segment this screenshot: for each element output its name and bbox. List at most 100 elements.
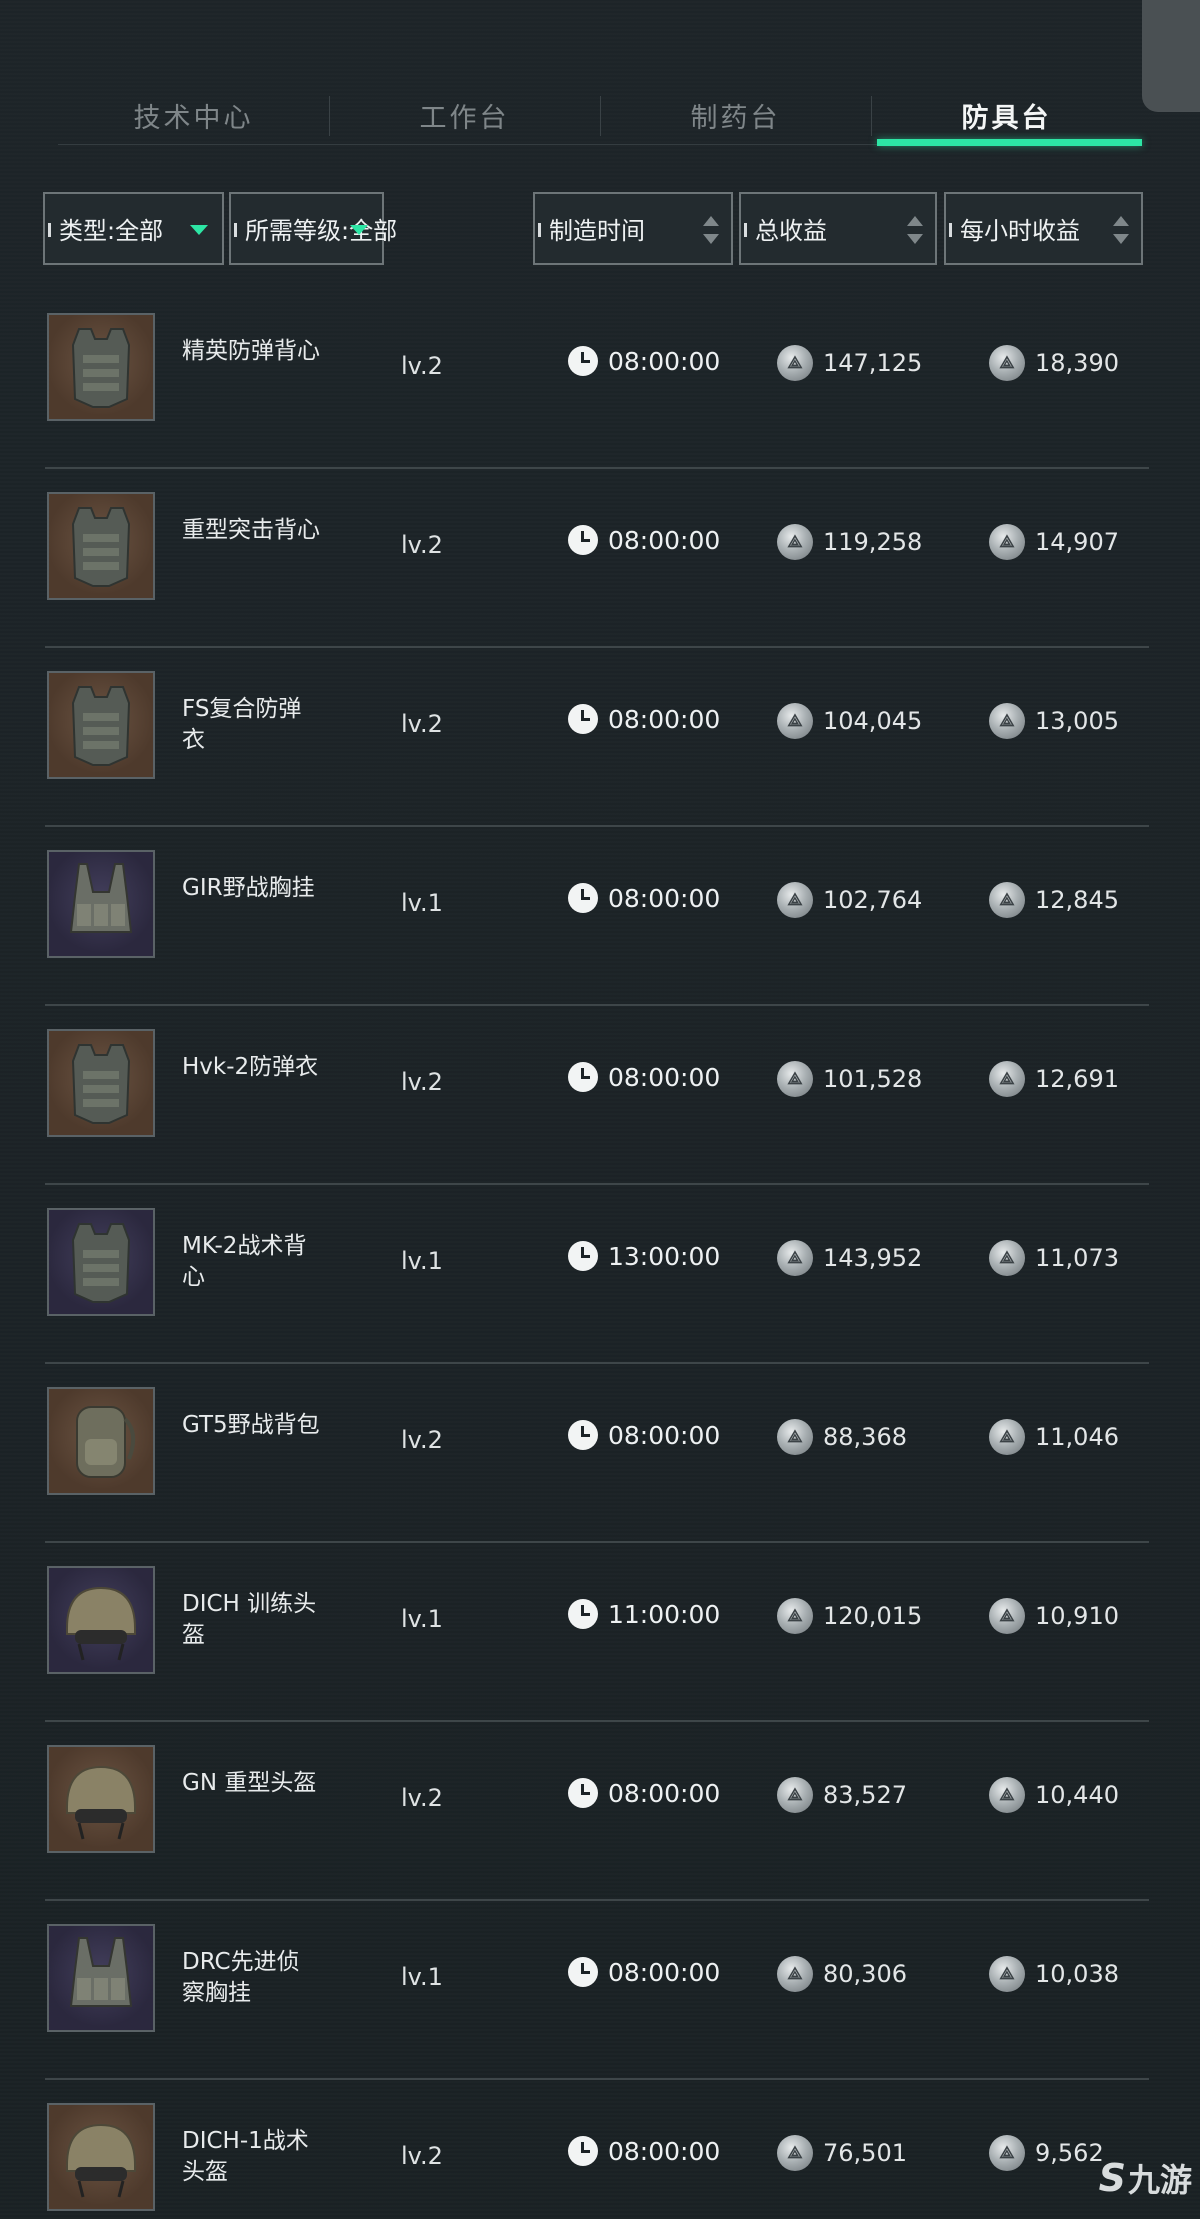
helmet-icon [47, 2103, 155, 2211]
sort-total-button[interactable]: 总收益 [739, 192, 937, 265]
craft-time-value: 08:00:00 [608, 2136, 721, 2166]
list-item[interactable]: 重型突击背心 lv.2 08:00:00 ⟁ 119,258 ⟁ 14,907 [45, 469, 1149, 648]
watermark-text: 九游 [1127, 2161, 1192, 2199]
hourly-income-value: 10,038 [1035, 1960, 1119, 1988]
hourly-income-value: 12,845 [1035, 886, 1119, 914]
hourly-income: ⟁ 18,390 [989, 345, 1119, 381]
list-item[interactable]: DICH 训练头盔 lv.1 11:00:00 ⟁ 120,015 ⟁ 10,910 [45, 1543, 1149, 1722]
type-filter-dropdown[interactable]: 类型:全部 [43, 192, 224, 265]
item-level: lv.2 [401, 710, 443, 738]
coin-icon: ⟁ [989, 1061, 1025, 1097]
hourly-income-value: 14,907 [1035, 528, 1119, 556]
total-income: ⟁ 83,527 [777, 1777, 907, 1813]
scroll-handle[interactable] [1142, 0, 1200, 112]
coin-icon: ⟁ [777, 345, 813, 381]
list-item[interactable]: GN 重型头盔 lv.2 08:00:00 ⟁ 83,527 ⟁ 10,440 [45, 1722, 1149, 1901]
watermark-mark: S [1098, 2156, 1126, 2200]
sort-hourly-label: 每小时收益 [960, 217, 1080, 245]
list-item[interactable]: MK-2战术背心 lv.1 13:00:00 ⟁ 143,952 ⟁ 11,073 [45, 1185, 1149, 1364]
coin-icon: ⟁ [989, 2135, 1025, 2171]
coin-icon: ⟁ [777, 1419, 813, 1455]
coin-icon: ⟁ [777, 1956, 813, 1992]
level-filter-dropdown[interactable]: 所需等级:全部 [229, 192, 397, 265]
total-income-value: 88,368 [823, 1423, 907, 1451]
coin-icon: ⟁ [989, 1777, 1025, 1813]
craft-time-value: 08:00:00 [608, 1062, 721, 1092]
total-income-value: 102,764 [823, 886, 923, 914]
list-item[interactable]: FS复合防弹衣 lv.2 08:00:00 ⟁ 104,045 ⟁ 13,005 [45, 648, 1149, 827]
tab-armor-bench[interactable]: 防具台 [871, 86, 1142, 146]
coin-icon: ⟁ [989, 1598, 1025, 1634]
vest-icon [47, 492, 155, 600]
sort-icon [907, 216, 923, 244]
craft-time-value: 13:00:00 [608, 1241, 721, 1271]
coin-icon: ⟁ [777, 703, 813, 739]
helmet-icon [47, 1745, 155, 1853]
item-name: 重型突击背心 [182, 517, 320, 543]
total-income: ⟁ 76,501 [777, 2135, 907, 2171]
sort-time-button[interactable]: 制造时间 [533, 192, 733, 265]
clock-icon [568, 1062, 598, 1092]
coin-icon: ⟁ [777, 524, 813, 560]
coin-icon: ⟁ [989, 1240, 1025, 1276]
item-level: lv.2 [401, 352, 443, 380]
craft-time: 08:00:00 [568, 1778, 720, 1808]
hourly-income: ⟁ 11,046 [989, 1419, 1119, 1455]
list-item[interactable]: 精英防弹背心 lv.2 08:00:00 ⟁ 147,125 ⟁ 18,390 [45, 290, 1149, 469]
hourly-income-value: 11,046 [1035, 1423, 1119, 1451]
coin-icon: ⟁ [777, 1061, 813, 1097]
item-level: lv.2 [401, 531, 443, 559]
hourly-income: ⟁ 10,910 [989, 1598, 1119, 1634]
craft-time: 13:00:00 [568, 1241, 720, 1271]
craft-time: 08:00:00 [568, 883, 720, 913]
hourly-income-value: 18,390 [1035, 349, 1119, 377]
total-income-value: 147,125 [823, 349, 923, 377]
tab-pharmacy[interactable]: 制药台 [600, 86, 871, 144]
vest-icon [47, 1029, 155, 1137]
clock-icon [568, 525, 598, 555]
item-name: FS复合防弹衣 [182, 696, 302, 753]
craft-time-value: 08:00:00 [608, 704, 721, 734]
sort-hourly-button[interactable]: 每小时收益 [944, 192, 1143, 265]
hourly-income: ⟁ 10,038 [989, 1956, 1119, 1992]
item-name: 精英防弹背心 [182, 338, 320, 364]
total-income-value: 120,015 [823, 1602, 923, 1630]
item-name: DICH-1战术头盔 [182, 2128, 309, 2185]
craft-time: 08:00:00 [568, 1420, 720, 1450]
item-name: GN 重型头盔 [182, 1770, 317, 1796]
clock-icon [568, 1957, 598, 1987]
list-item[interactable]: Hvk-2防弹衣 lv.2 08:00:00 ⟁ 101,528 ⟁ 12,691 [45, 1006, 1149, 1185]
total-income-value: 76,501 [823, 2139, 907, 2167]
list-item[interactable]: DRC先进侦察胸挂 lv.1 08:00:00 ⟁ 80,306 ⟁ 10,038 [45, 1901, 1149, 2080]
list-item[interactable]: GIR野战胸挂 lv.1 08:00:00 ⟁ 102,764 ⟁ 12,845 [45, 827, 1149, 1006]
hourly-income-value: 10,910 [1035, 1602, 1119, 1630]
total-income-value: 80,306 [823, 1960, 907, 1988]
hourly-income-value: 13,005 [1035, 707, 1119, 735]
vest-icon [47, 671, 155, 779]
tab-workbench[interactable]: 工作台 [329, 86, 600, 144]
clock-icon [568, 1420, 598, 1450]
clock-icon [568, 1241, 598, 1271]
hourly-income-value: 10,440 [1035, 1781, 1119, 1809]
vest-icon [47, 1208, 155, 1316]
item-name: Hvk-2防弹衣 [182, 1054, 319, 1080]
total-income: ⟁ 120,015 [777, 1598, 922, 1634]
item-name: MK-2战术背心 [182, 1233, 307, 1290]
hourly-income-value: 9,562 [1035, 2139, 1104, 2167]
item-name: GT5野战背包 [182, 1412, 320, 1438]
item-name: DICH 训练头盔 [182, 1591, 317, 1648]
craft-time-value: 08:00:00 [608, 1957, 721, 1987]
total-income: ⟁ 102,764 [777, 882, 922, 918]
tab-tech-center[interactable]: 技术中心 [58, 86, 329, 144]
coin-icon: ⟁ [777, 882, 813, 918]
coin-icon: ⟁ [777, 1240, 813, 1276]
total-income: ⟁ 104,045 [777, 703, 922, 739]
list-item[interactable]: DICH-1战术头盔 lv.2 08:00:00 ⟁ 76,501 ⟁ 9,562 [45, 2080, 1149, 2219]
craft-time-value: 08:00:00 [608, 346, 721, 376]
coin-icon: ⟁ [777, 1598, 813, 1634]
list-item[interactable]: GT5野战背包 lv.2 08:00:00 ⟁ 88,368 ⟁ 11,046 [45, 1364, 1149, 1543]
hourly-income: ⟁ 10,440 [989, 1777, 1119, 1813]
craft-time: 08:00:00 [568, 704, 720, 734]
sort-total-label: 总收益 [755, 217, 827, 245]
hourly-income-value: 12,691 [1035, 1065, 1119, 1093]
